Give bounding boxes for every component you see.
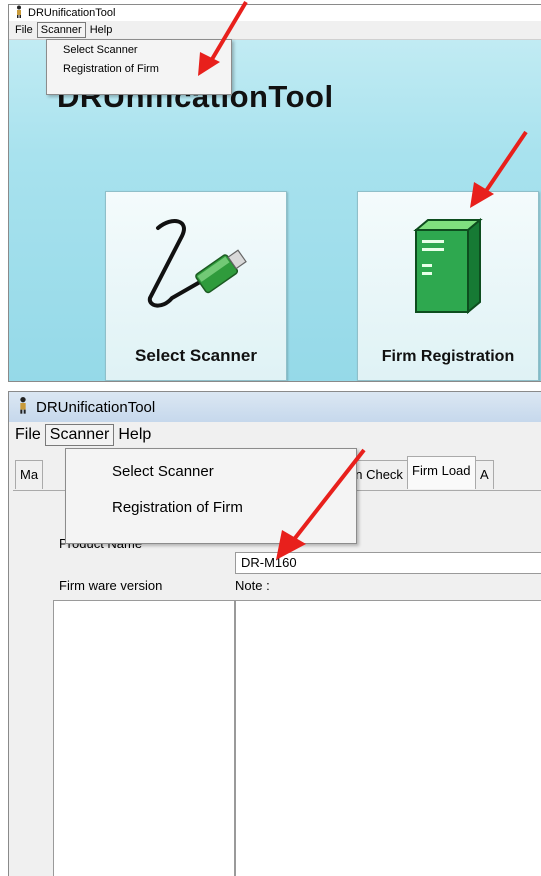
menu-scanner[interactable]: Scanner xyxy=(36,22,86,38)
note-text-area[interactable] xyxy=(235,600,541,876)
title-bar: DRUnificationTool xyxy=(9,5,541,21)
bottom-window: DRUnificationTool File Scanner Help Ma a… xyxy=(8,391,541,876)
select-scanner-button[interactable]: Select Scanner xyxy=(105,191,287,381)
product-name-field: DR-M160 xyxy=(235,552,541,574)
note-label: Note : xyxy=(235,578,270,593)
firm-registration-button[interactable]: Firm Registration xyxy=(357,191,539,381)
menu-item-registration-of-firm[interactable]: Registration of Firm xyxy=(66,495,356,521)
select-scanner-label: Select Scanner xyxy=(135,346,257,365)
menu-item-select-scanner[interactable]: Select Scanner xyxy=(47,42,231,59)
menu-bar: File Scanner Help xyxy=(9,21,541,40)
scanner-dropdown-menu: Select Scanner Registration of Firm xyxy=(46,39,232,95)
scanner-dropdown-menu: Select Scanner Registration of Firm xyxy=(65,448,357,544)
tab-a[interactable]: A xyxy=(475,460,494,489)
title-bar: DRUnificationTool xyxy=(9,392,541,422)
menu-scanner[interactable]: Scanner xyxy=(44,424,115,446)
firmware-version-list[interactable] xyxy=(53,600,235,876)
firm-book-icon xyxy=(408,216,488,321)
menu-item-registration-of-firm[interactable]: Registration of Firm xyxy=(47,61,231,78)
menu-help[interactable]: Help xyxy=(86,24,117,36)
scanner-cable-icon xyxy=(128,214,258,329)
menu-file[interactable]: File xyxy=(11,426,45,444)
tab-firm-load[interactable]: Firm Load xyxy=(407,456,476,489)
menu-item-select-scanner[interactable]: Select Scanner xyxy=(66,459,356,485)
firmware-version-label: Firm ware version xyxy=(59,578,163,593)
window-title: DRUnificationTool xyxy=(28,7,116,19)
top-window: DRUnificationTool File Scanner Help DRUn… xyxy=(8,4,541,382)
tab-main[interactable]: Ma xyxy=(15,460,44,489)
firm-registration-label: Firm Registration xyxy=(381,348,515,365)
menu-file[interactable]: File xyxy=(11,24,37,36)
menu-bar: File Scanner Help xyxy=(9,422,541,448)
menu-help[interactable]: Help xyxy=(114,426,155,444)
app-person-icon xyxy=(15,396,31,418)
app-person-icon xyxy=(13,5,25,21)
window-title: DRUnificationTool xyxy=(36,398,156,416)
